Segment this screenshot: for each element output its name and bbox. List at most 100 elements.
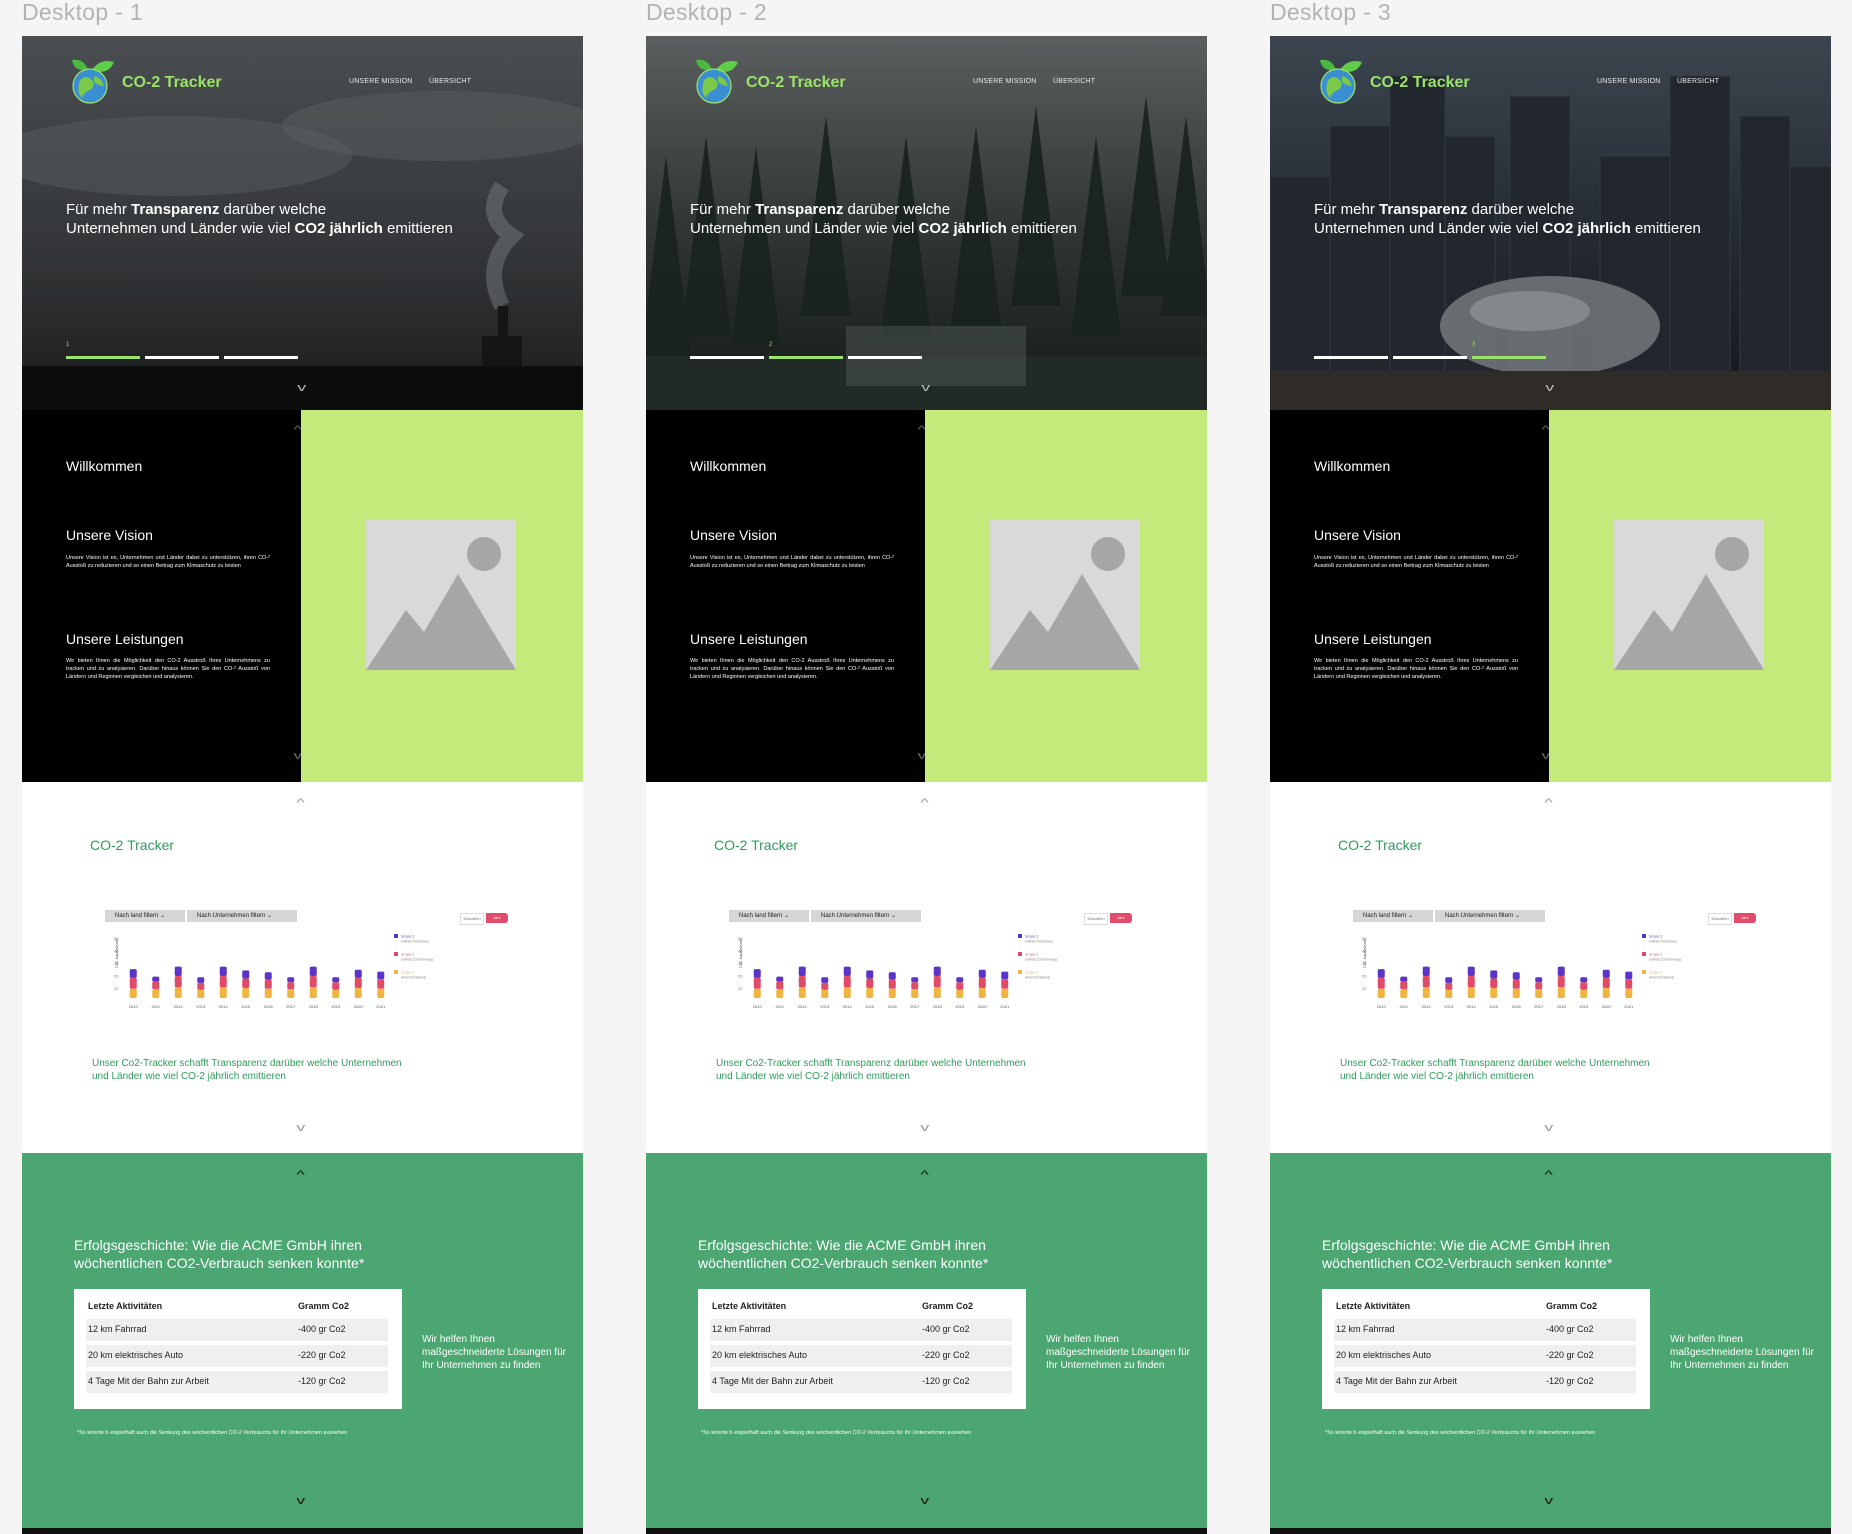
nav-link-overview[interactable]: ÜBERSICHT xyxy=(1053,78,1095,85)
bar-segment[interactable] xyxy=(1001,979,1009,989)
filter-country-dropdown[interactable]: Nach land filtern ⌄ xyxy=(729,910,809,922)
chevron-up-icon[interactable]: ^ xyxy=(1544,1169,1552,1181)
bar-segment[interactable] xyxy=(978,977,986,988)
bar-segment[interactable] xyxy=(753,969,761,978)
slide-indicator-1[interactable] xyxy=(690,356,764,359)
toggle-monthly[interactable]: Monatlich xyxy=(460,913,484,925)
bar-segment[interactable] xyxy=(843,976,851,988)
bar-segment[interactable] xyxy=(264,972,272,980)
bar-segment[interactable] xyxy=(1602,969,1610,978)
frame-title[interactable]: Desktop - 3 xyxy=(1270,0,1391,26)
bar-segment[interactable] xyxy=(821,982,829,990)
toggle-yearly[interactable]: Jahr xyxy=(1734,913,1756,923)
chevron-up-icon[interactable]: ^ xyxy=(920,1169,928,1181)
bar-segment[interactable] xyxy=(219,987,227,998)
table-row[interactable]: 12 km Fahrrad -400 gr Co2 xyxy=(710,1319,1012,1341)
toggle-monthly[interactable]: Monatlich xyxy=(1084,913,1108,925)
bar-segment[interactable] xyxy=(1602,987,1610,998)
bar-segment[interactable] xyxy=(152,976,160,982)
frame-title[interactable]: Desktop - 2 xyxy=(646,0,767,26)
bar-segment[interactable] xyxy=(219,976,227,988)
bar-segment[interactable] xyxy=(933,966,941,976)
chevron-down-icon[interactable]: v xyxy=(1544,1122,1553,1134)
bar-segment[interactable] xyxy=(129,969,137,978)
bar-segment[interactable] xyxy=(911,989,919,998)
bar-segment[interactable] xyxy=(1445,977,1453,983)
bar-segment[interactable] xyxy=(753,977,761,989)
bar-segment[interactable] xyxy=(174,966,182,976)
bar-segment[interactable] xyxy=(1467,976,1475,988)
chevron-down-icon[interactable]: v xyxy=(920,1495,929,1507)
brand-name[interactable]: CO-2 Tracker xyxy=(746,74,846,92)
bar-segment[interactable] xyxy=(377,988,385,998)
table-row[interactable]: 12 km Fahrrad -400 gr Co2 xyxy=(86,1319,388,1341)
nav-link-mission[interactable]: UNSERE MISSION xyxy=(1597,78,1660,85)
brand-name[interactable]: CO-2 Tracker xyxy=(1370,74,1470,92)
bar-segment[interactable] xyxy=(197,989,205,998)
chevron-down-icon[interactable]: v xyxy=(1544,1495,1553,1507)
slide-indicator-2[interactable] xyxy=(1393,356,1467,359)
bar-segment[interactable] xyxy=(354,987,362,998)
slide-indicator-2[interactable] xyxy=(769,356,843,359)
bar-segment[interactable] xyxy=(354,977,362,988)
bar-segment[interactable] xyxy=(798,966,806,976)
bar-segment[interactable] xyxy=(753,988,761,998)
bar-segment[interactable] xyxy=(354,969,362,978)
bar-segment[interactable] xyxy=(866,987,874,998)
bar-segment[interactable] xyxy=(911,982,919,990)
bar-segment[interactable] xyxy=(1512,972,1520,980)
bar-segment[interactable] xyxy=(1467,987,1475,998)
bar-segment[interactable] xyxy=(242,987,250,998)
bar-segment[interactable] xyxy=(1490,978,1498,988)
frame-title[interactable]: Desktop - 1 xyxy=(22,0,143,26)
bar-segment[interactable] xyxy=(1422,966,1430,976)
bar-segment[interactable] xyxy=(152,981,160,990)
bar-segment[interactable] xyxy=(888,979,896,989)
filter-company-dropdown[interactable]: Nach Unternehmen filtern ⌄ xyxy=(1435,910,1545,922)
bar-segment[interactable] xyxy=(332,989,340,998)
bar-segment[interactable] xyxy=(129,988,137,998)
chevron-up-icon[interactable]: ^ xyxy=(296,1169,304,1181)
bar-segment[interactable] xyxy=(1377,977,1385,989)
bar-segment[interactable] xyxy=(956,977,964,983)
nav-link-overview[interactable]: ÜBERSICHT xyxy=(429,78,471,85)
chevron-up-icon[interactable]: ^ xyxy=(296,797,304,809)
bar-segment[interactable] xyxy=(197,982,205,990)
chevron-up-icon[interactable]: ^ xyxy=(1544,797,1552,809)
table-row[interactable]: 20 km elektrisches Auto -220 gr Co2 xyxy=(1334,1345,1636,1367)
bar-segment[interactable] xyxy=(1535,982,1543,990)
bar-segment[interactable] xyxy=(174,987,182,998)
chevron-down-icon[interactable]: v xyxy=(296,1495,305,1507)
table-row[interactable]: 20 km elektrisches Auto -220 gr Co2 xyxy=(86,1345,388,1367)
bar-segment[interactable] xyxy=(264,988,272,998)
bar-segment[interactable] xyxy=(1400,981,1408,990)
bar-segment[interactable] xyxy=(1557,987,1565,998)
bar-segment[interactable] xyxy=(1512,979,1520,989)
slide-indicator-1[interactable] xyxy=(1314,356,1388,359)
brand-name[interactable]: CO-2 Tracker xyxy=(122,74,222,92)
slide-indicator-3[interactable] xyxy=(1472,356,1546,359)
bar-segment[interactable] xyxy=(798,987,806,998)
globe-logo-icon[interactable] xyxy=(66,56,118,108)
bar-segment[interactable] xyxy=(309,987,317,998)
filter-company-dropdown[interactable]: Nach Unternehmen filtern ⌄ xyxy=(811,910,921,922)
bar-segment[interactable] xyxy=(1377,969,1385,978)
bar-segment[interactable] xyxy=(1625,988,1633,998)
bar-segment[interactable] xyxy=(1490,987,1498,998)
table-row[interactable]: 4 Tage Mit der Bahn zur Arbeit -120 gr C… xyxy=(86,1371,388,1393)
bar-segment[interactable] xyxy=(866,978,874,988)
bar-segment[interactable] xyxy=(1535,989,1543,998)
bar-segment[interactable] xyxy=(1557,966,1565,976)
bar-segment[interactable] xyxy=(1625,971,1633,980)
table-row[interactable]: 12 km Fahrrad -400 gr Co2 xyxy=(1334,1319,1636,1341)
bar-segment[interactable] xyxy=(287,982,295,990)
bar-segment[interactable] xyxy=(776,981,784,990)
bar-segment[interactable] xyxy=(1580,977,1588,983)
bar-segment[interactable] xyxy=(1445,989,1453,998)
bar-segment[interactable] xyxy=(843,966,851,976)
bar-segment[interactable] xyxy=(1490,970,1498,979)
bar-segment[interactable] xyxy=(197,977,205,983)
bar-segment[interactable] xyxy=(933,976,941,988)
chevron-down-icon[interactable]: v xyxy=(1545,382,1554,394)
bar-segment[interactable] xyxy=(287,977,295,983)
